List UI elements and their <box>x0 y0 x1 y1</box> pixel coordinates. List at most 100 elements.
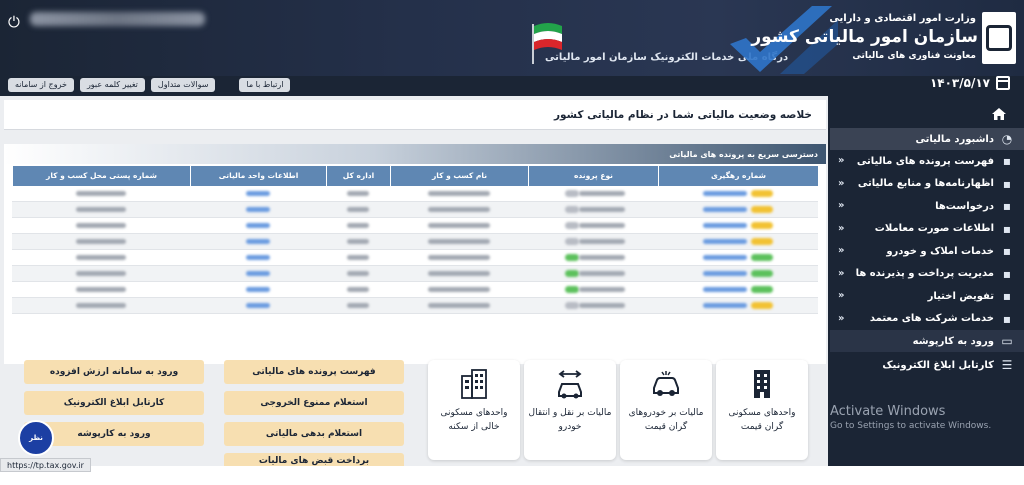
column-header: نوع پرونده <box>528 166 658 186</box>
dashboard-icon: ◔ <box>1001 132 1013 146</box>
table-cell <box>658 250 818 265</box>
table-cell <box>12 234 190 249</box>
page-title: خلاصه وضعیت مالیاتی شما در نظام مالیاتی … <box>554 109 812 121</box>
table-row[interactable] <box>12 266 818 282</box>
table-cell <box>12 218 190 233</box>
sidebar-item-0[interactable]: ▪ فهرست پرونده های مالیاتی» <box>830 150 1024 172</box>
table-cell <box>326 298 390 313</box>
table-cell <box>12 202 190 217</box>
feedback-button[interactable]: نظر سنجی <box>18 420 54 474</box>
chevron-icon: » <box>838 200 845 211</box>
tax-debt-inquiry-button[interactable]: استعلام بدهی مالیاتی <box>224 422 404 446</box>
table-cell <box>528 234 658 249</box>
sidebar-item-3[interactable]: ▪ اطلاعات صورت معاملات» <box>830 218 1024 240</box>
table-cell <box>326 266 390 281</box>
activate-windows-subtitle: Go to Settings to activate Windows. <box>830 421 992 431</box>
sidebar-item-dashboard[interactable]: ◔ داشبورد مالیاتی <box>830 128 1024 150</box>
header: ⏻ درگاه ملی خدمات الکترونیک سازمان امور … <box>0 0 1024 76</box>
payment-icon: ▪ <box>1002 266 1012 281</box>
change-password-button[interactable]: تغییر کلمه عبور <box>79 78 145 92</box>
exit-button[interactable]: خروج از سامانه <box>8 78 74 92</box>
table-cell <box>190 298 326 313</box>
folder-icon: ▭ <box>1001 334 1013 348</box>
column-header: اطلاعات واحد مالیاتی <box>190 166 326 186</box>
date-display: ۱۴۰۳/۵/۱۷ <box>930 76 1010 90</box>
table-cell <box>658 202 818 217</box>
table-cell <box>658 234 818 249</box>
card-luxury-car[interactable]: مالیات بر خودروهای گران قیمت <box>620 360 712 460</box>
exit-ban-inquiry-button[interactable]: استعلام ممنوع الخروجی <box>224 391 404 415</box>
tax-logo-icon <box>982 12 1016 64</box>
table-cell <box>190 202 326 217</box>
main-panel: خلاصه وضعیت مالیاتی شما در نظام مالیاتی … <box>0 96 828 466</box>
table-cell <box>658 218 818 233</box>
e-notice-button[interactable]: کارتابل ابلاغ الکترونیک <box>24 391 204 415</box>
delegation-icon: ▪ <box>1002 289 1012 303</box>
sidebar-item-e-notice[interactable]: ☰ کارتابل ابلاغ الکترونیک <box>830 354 1024 376</box>
table-cell <box>190 250 326 265</box>
table-row[interactable] <box>12 298 818 314</box>
table-cell <box>12 266 190 281</box>
table-cell <box>528 218 658 233</box>
table-cell <box>326 218 390 233</box>
car-icon: ▪ <box>1002 244 1012 258</box>
date-text: ۱۴۰۳/۵/۱۷ <box>929 76 990 90</box>
column-header: نام کسب و کار <box>390 166 528 186</box>
power-icon[interactable]: ⏻ <box>8 14 24 30</box>
sidebar-item-2[interactable]: ▪ درخواست‌ها» <box>830 195 1024 217</box>
card-vacant-housing[interactable]: واحدهای مسکونی خالی از سکنه <box>428 360 520 460</box>
quick-access-panel: دسترسی سریع به پرونده های مالیاتی شماره … <box>4 144 826 364</box>
table-cell <box>326 250 390 265</box>
table-row[interactable] <box>12 186 818 202</box>
table-cell <box>390 202 528 217</box>
vat-login-button[interactable]: ورود به سامانه ارزش افزوده <box>24 360 204 384</box>
sidebar-item-5[interactable]: ▪ مدیریت پرداخت و پذیرنده ها» <box>830 263 1024 285</box>
table-cell <box>658 298 818 313</box>
car-transfer-icon <box>558 370 582 399</box>
table-cell <box>528 282 658 297</box>
folder-list-icon: ▪ <box>1002 154 1012 168</box>
contact-button[interactable]: ارتباط با ما <box>239 78 291 92</box>
file-list-button[interactable]: فهرست پرونده های مالیاتی <box>224 360 404 384</box>
table-row[interactable] <box>12 218 818 234</box>
column-header: شماره پستی محل کسب و کار <box>12 166 190 186</box>
card-car-transfer[interactable]: مالیات بر نقل و انتقال خودرو <box>524 360 616 460</box>
table-header: شماره رهگیری نوع پرونده نام کسب و کار اداره… <box>12 166 818 186</box>
status-url: https://tp.tax.gov.ir <box>0 458 91 472</box>
table-cell <box>658 282 818 297</box>
table-cell <box>390 298 528 313</box>
sidebar-item-1[interactable]: ▪ اظهارنامه‌ها و منابع مالیاتی» <box>830 173 1024 195</box>
trusted-company-icon: ▪ <box>1002 311 1012 326</box>
table-row[interactable] <box>12 202 818 218</box>
bottom-strip <box>0 466 1024 485</box>
requests-icon: ▪ <box>1002 199 1012 213</box>
sidebar-item-folder-login[interactable]: ▭ ورود به کارپوشه <box>830 330 1024 352</box>
table-row[interactable] <box>12 250 818 266</box>
table-cell <box>390 186 528 201</box>
sidebar-item-7[interactable]: ▪ خدمات شرکت های معتمد» <box>830 308 1024 330</box>
car-icon <box>653 371 679 396</box>
top-button-bar: خروج از سامانه تغییر کلمه عبور سوالات مت… <box>8 78 291 92</box>
sidebar-item-6[interactable]: ▪ تفویض اختیار» <box>830 285 1024 307</box>
table-row[interactable] <box>12 282 818 298</box>
home-icon[interactable] <box>992 108 1006 120</box>
sidebar-item-4[interactable]: ▪ خدمات املاک و خودرو» <box>830 240 1024 262</box>
calendar-icon <box>996 76 1010 90</box>
chevron-icon: » <box>838 312 845 324</box>
brand-title: سازمان امور مالیاتی کشور <box>751 27 978 47</box>
inbox-icon: ☰ <box>1001 358 1013 372</box>
user-name-blurred <box>30 12 205 26</box>
card-luxury-housing[interactable]: واحدهای مسکونی گران قیمت <box>716 360 808 460</box>
table-cell <box>390 282 528 297</box>
table-cell <box>326 186 390 201</box>
table-row[interactable] <box>12 234 818 250</box>
chevron-icon: » <box>838 177 845 189</box>
brand-ministry: وزارت امور اقتصادی و دارایی <box>829 13 976 24</box>
column-header: اداره کل <box>326 166 390 186</box>
building-icon <box>754 370 770 398</box>
tax-receipt-button[interactable]: برداخت قبض های مالیات <box>224 453 404 466</box>
chevron-icon: » <box>838 222 845 234</box>
apartment-icon <box>461 369 487 399</box>
faq-button[interactable]: سوالات متداول <box>150 78 216 92</box>
table-cell <box>190 266 326 281</box>
